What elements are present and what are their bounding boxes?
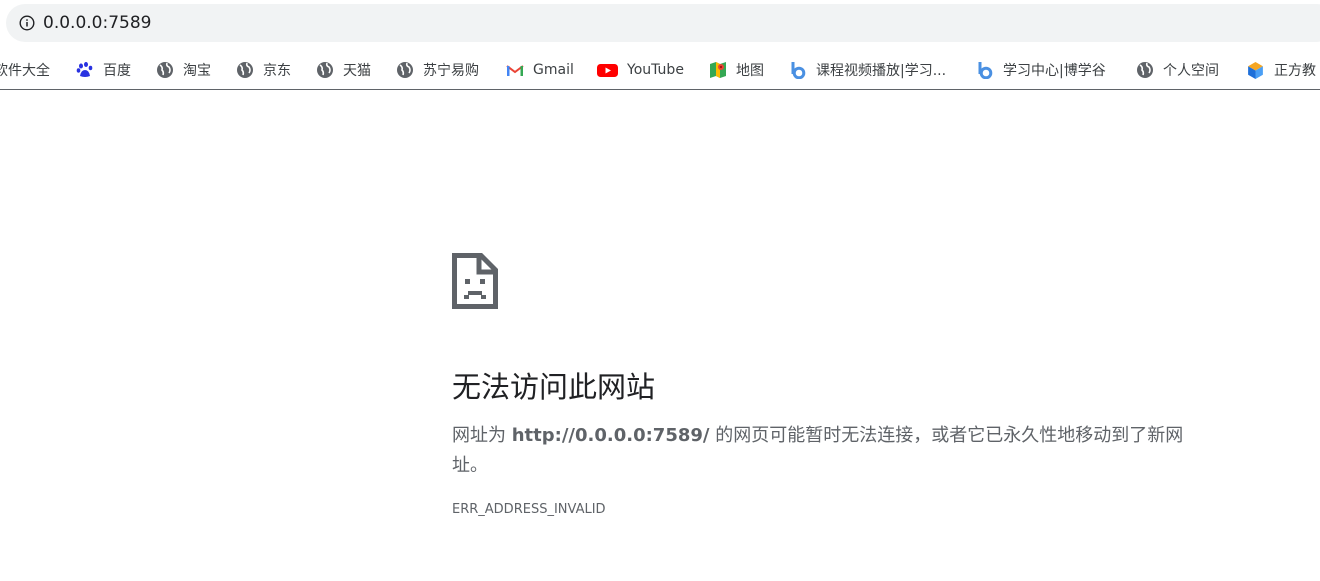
error-description: 网址为 http://0.0.0.0:7589/ 的网页可能暂时无法连接，或者它… (452, 421, 1192, 481)
youtube-icon (597, 64, 618, 77)
globe-icon (237, 62, 253, 78)
bookmark-personal-space[interactable]: 个人空间 (1136, 53, 1219, 87)
error-code: ERR_ADDRESS_INVALID (452, 502, 606, 517)
url-text[interactable]: 0.0.0.0:7589 (43, 13, 151, 33)
b-logo-icon (978, 62, 993, 79)
bookmark-label: 淘宝 (183, 63, 211, 79)
error-title: 无法访问此网站 (452, 370, 656, 404)
error-content: 无法访问此网站 网址为 http://0.0.0.0:7589/ 的网页可能暂时… (452, 253, 1192, 517)
info-icon[interactable] (19, 15, 35, 31)
bookmark-label: 课程视频播放|学习... (816, 63, 947, 79)
desc-prefix: 网址为 (452, 425, 512, 446)
bookmark-software[interactable]: 软件大全 (0, 53, 50, 87)
bookmark-label: 正方教 (1274, 63, 1316, 79)
sad-page-icon (452, 253, 498, 309)
globe-icon (317, 62, 333, 78)
bookmark-taobao[interactable]: 淘宝 (156, 53, 211, 87)
bookmark-label: 京东 (263, 63, 291, 79)
cube-icon (1248, 61, 1263, 79)
bookmark-maps[interactable]: 地图 (709, 53, 764, 87)
bookmark-jd[interactable]: 京东 (236, 53, 291, 87)
bookmark-study-center[interactable]: 学习中心|博学谷 (976, 53, 1106, 87)
bookmark-gmail[interactable]: Gmail (506, 53, 574, 87)
address-bar[interactable]: 0.0.0.0:7589 (6, 4, 1320, 42)
bookmark-youtube[interactable]: YouTube (597, 53, 684, 87)
bookmark-zhengfang[interactable]: 正方教 (1246, 53, 1316, 87)
bookmarks-bar: 软件大全 百度 淘宝 京东 天猫 (0, 53, 1320, 90)
bookmark-tmall[interactable]: 天猫 (316, 53, 371, 87)
globe-icon (157, 62, 173, 78)
globe-icon (1137, 62, 1153, 78)
bookmark-label: 学习中心|博学谷 (1003, 63, 1106, 79)
bookmark-label: 地图 (736, 63, 764, 79)
bookmark-baidu[interactable]: 百度 (76, 53, 131, 87)
bookmark-label: YouTube (627, 62, 684, 78)
gmail-icon (506, 65, 524, 76)
bookmark-label: 百度 (103, 63, 131, 79)
bookmark-label: 天猫 (343, 63, 371, 79)
bookmark-label: Gmail (533, 62, 574, 78)
globe-icon (397, 62, 413, 78)
maps-icon (710, 62, 726, 78)
bookmark-course-video[interactable]: 课程视频播放|学习... (789, 53, 946, 87)
bookmark-suning[interactable]: 苏宁易购 (396, 53, 479, 87)
bookmark-label: 苏宁易购 (423, 63, 479, 79)
bookmark-label: 个人空间 (1163, 63, 1219, 79)
error-url: http://0.0.0.0:7589/ (511, 425, 710, 446)
b-logo-icon (791, 62, 806, 79)
baidu-paw-icon (76, 62, 93, 77)
bookmark-label: 软件大全 (0, 63, 50, 79)
